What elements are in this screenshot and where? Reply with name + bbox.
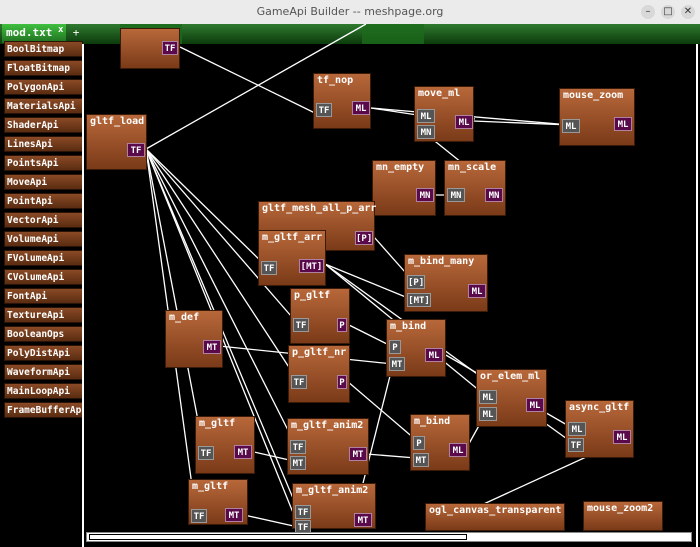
port-ml-out[interactable]: ML xyxy=(352,101,370,115)
port-tf-in[interactable]: TF xyxy=(295,505,311,519)
port-mt-arr-out[interactable]: [MT] xyxy=(299,259,324,273)
wire xyxy=(243,514,299,528)
node-title: mn_scale xyxy=(448,162,497,173)
wire xyxy=(145,148,205,453)
node-m-gltf-anim2[interactable]: m_gltf_anim2 TF MT MT xyxy=(287,418,369,475)
node-title: ogl_canvas_transparent xyxy=(429,505,562,516)
node-title: move_ml xyxy=(418,88,461,99)
node-m-gltf-anim2[interactable]: m_gltf_anim2 TF TF MT xyxy=(292,483,376,534)
node-p-gltf[interactable]: p_gltf TF P xyxy=(290,288,350,344)
port-p-in[interactable]: P xyxy=(389,340,401,354)
node-title: async_gltf xyxy=(569,402,630,413)
node-title: p_gltf_nr xyxy=(292,347,347,358)
scrollbar-thumb[interactable] xyxy=(89,534,467,540)
node-title: or_elem_ml xyxy=(480,371,541,382)
node-title: tf_nop xyxy=(317,75,354,86)
port-p-arr-in[interactable]: [P] xyxy=(407,275,425,289)
node-mn-scale[interactable]: mn_scale MN MN xyxy=(444,160,506,216)
port-mt-in[interactable]: MT xyxy=(389,357,405,371)
port-p-out[interactable]: P xyxy=(337,375,347,389)
node-mouse-zoom[interactable]: mouse_zoom ML ML xyxy=(559,88,635,146)
node-tf-nop[interactable]: tf_nop TF ML xyxy=(313,73,371,129)
node-title: m_gltf_anim2 xyxy=(296,485,369,496)
port-mt-in[interactable]: MT xyxy=(413,453,429,467)
node-title: m_gltf xyxy=(199,418,236,429)
port-mt-out[interactable]: MT xyxy=(225,508,243,522)
node-gltf-load[interactable]: gltf_load TF xyxy=(86,114,147,170)
node-m-bind-many[interactable]: m_bind_many [P] [MT] ML xyxy=(404,254,488,312)
node-title: mouse_zoom xyxy=(563,90,624,101)
port-ml-in[interactable]: ML xyxy=(479,390,497,404)
port-ml-in[interactable]: ML xyxy=(417,109,435,123)
port-ml-out[interactable]: ML xyxy=(468,284,486,298)
node-title: m_bind_many xyxy=(408,256,475,267)
port-mn-in[interactable]: MN xyxy=(447,188,465,202)
port-ml-out[interactable]: ML xyxy=(455,115,473,129)
port-tf-out[interactable]: TF xyxy=(127,143,145,157)
node-move-ml[interactable]: move_ml ML MN ML xyxy=(414,86,474,142)
port-mn-out[interactable]: MN xyxy=(485,188,503,202)
port-tf-in[interactable]: TF xyxy=(198,446,214,460)
port-mt-out[interactable]: MT xyxy=(354,513,372,527)
node[interactable]: TF xyxy=(120,28,180,69)
horizontal-scrollbar[interactable] xyxy=(86,532,692,542)
port-mt-out[interactable]: MT xyxy=(203,340,221,354)
port-mt-out[interactable]: MT xyxy=(234,445,252,459)
node-m-bind[interactable]: m_bind P MT ML xyxy=(386,319,446,377)
node-title: m_gltf_arr xyxy=(262,232,323,243)
node-m-def[interactable]: m_def MT xyxy=(165,310,223,368)
port-ml-out[interactable]: ML xyxy=(613,430,631,444)
port-tf-in[interactable]: TF xyxy=(568,438,584,452)
node-title: m_def xyxy=(169,312,200,323)
wire xyxy=(145,148,269,269)
node-title: m_gltf_anim2 xyxy=(291,420,364,431)
port-tf-in[interactable]: TF xyxy=(290,440,306,454)
node-ogl-canvas-transparent[interactable]: ogl_canvas_transparent xyxy=(425,503,565,531)
port-mt-arr-in[interactable]: [MT] xyxy=(407,293,431,307)
port-p-in[interactable]: P xyxy=(413,436,425,450)
node-m-gltf-arr[interactable]: m_gltf_arr TF [MT] xyxy=(258,230,326,286)
node-m-bind[interactable]: m_bind P MT ML xyxy=(410,414,470,471)
port-ml-out[interactable]: ML xyxy=(425,348,443,362)
port-p-arr-out[interactable]: [P] xyxy=(355,231,373,245)
node-title: p_gltf xyxy=(294,290,331,301)
node-title: mouse_zoom2 xyxy=(587,503,654,514)
node-title: gltf_mesh_all_p_arr xyxy=(262,203,377,214)
port-mt-in[interactable]: MT xyxy=(290,456,306,470)
node-mouse-zoom2[interactable]: mouse_zoom2 xyxy=(583,501,663,531)
node-m-gltf[interactable]: m_gltf TF MT xyxy=(188,479,248,525)
wire xyxy=(472,120,571,126)
node-p-gltf-nr[interactable]: p_gltf_nr TF P xyxy=(288,345,350,403)
wire xyxy=(179,46,322,117)
port-mn-out[interactable]: MN xyxy=(416,188,434,202)
port-tf-in[interactable]: TF xyxy=(261,261,277,275)
port-tf-in[interactable]: TF xyxy=(191,509,207,523)
node-title: m_gltf xyxy=(192,481,229,492)
port-p-out[interactable]: P xyxy=(337,318,347,332)
port-ml-out[interactable]: ML xyxy=(526,398,544,412)
node-title: gltf_load xyxy=(90,116,145,127)
node-m-gltf[interactable]: m_gltf TF MT xyxy=(195,416,255,474)
port-mn-in[interactable]: MN xyxy=(417,125,435,139)
node-title: mn_empty xyxy=(376,162,425,173)
port-ml-out[interactable]: ML xyxy=(449,443,467,457)
port-ml-in[interactable]: ML xyxy=(562,119,580,133)
port-ml-in[interactable]: ML xyxy=(568,422,586,436)
node-or-elem-ml[interactable]: or_elem_ml ML ML ML xyxy=(476,369,547,427)
port-ml-out[interactable]: ML xyxy=(614,117,632,131)
node-mn-empty[interactable]: mn_empty MN xyxy=(372,160,436,216)
node-title: m_bind xyxy=(414,416,451,427)
wire xyxy=(365,453,417,459)
node-async-gltf[interactable]: async_gltf ML TF ML xyxy=(565,400,634,458)
port-tf-in[interactable]: TF xyxy=(316,103,332,117)
port-tf-in[interactable]: TF xyxy=(291,375,307,389)
port-tf-out[interactable]: TF xyxy=(162,41,178,55)
node-title: m_bind xyxy=(390,321,427,332)
port-ml-in[interactable]: ML xyxy=(479,407,497,421)
wire xyxy=(145,148,297,447)
port-tf-in[interactable]: TF xyxy=(293,318,309,332)
port-mt-out[interactable]: MT xyxy=(349,447,367,461)
